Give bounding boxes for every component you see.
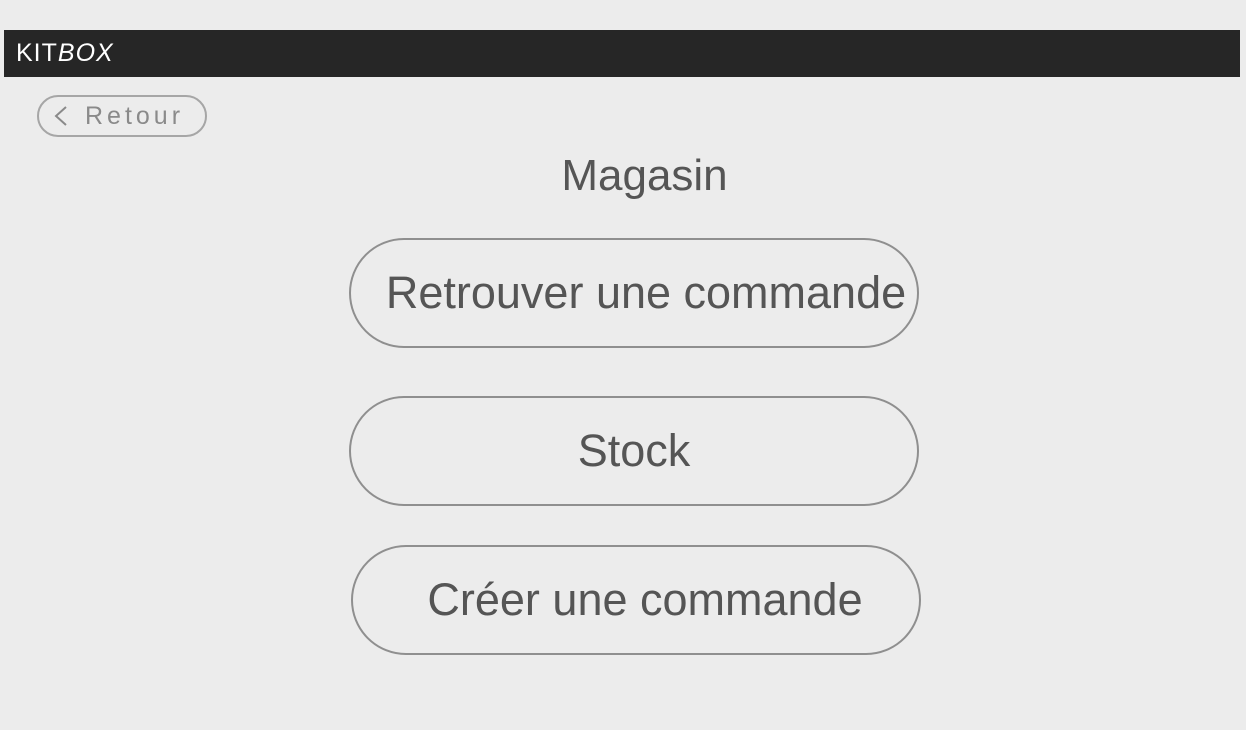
back-button[interactable]: Retour [37,95,207,137]
page-title: Magasin [561,151,728,200]
create-order-button[interactable]: Créer une commande [351,545,921,655]
create-order-button-label: Créer une commande [427,574,863,625]
back-button-label: Retour [85,102,185,130]
find-order-button-label: Retrouver une commande [385,267,907,318]
stock-button-label: Stock [577,425,691,476]
stock-button[interactable]: Stock [349,396,919,506]
logo-kit-text: KIT [16,39,58,67]
chevron-left-icon [54,106,67,126]
header-bar: KITBOX [4,30,1240,77]
logo-box-text: BOX [57,39,114,67]
kitbox-logo: KITBOX [16,41,114,66]
find-order-button[interactable]: Retrouver une commande [349,238,919,348]
